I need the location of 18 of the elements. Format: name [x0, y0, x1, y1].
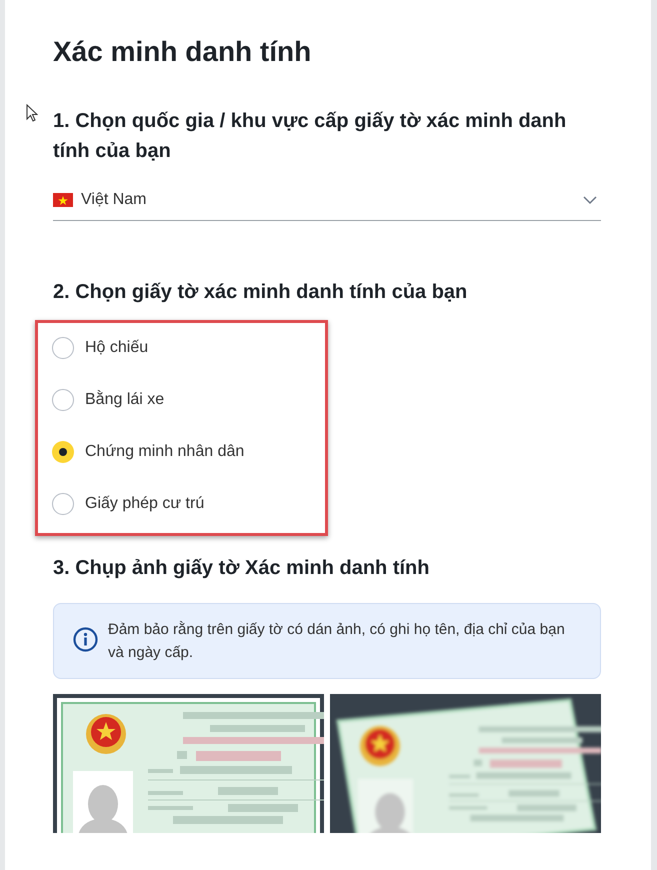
radio-option[interactable]: Giấy phép cư trú: [52, 493, 325, 515]
mouse-cursor-icon: [26, 104, 38, 122]
country-select[interactable]: Việt Nam: [53, 188, 601, 221]
radio-button[interactable]: [52, 337, 74, 359]
radio-option[interactable]: Hộ chiếu: [52, 337, 325, 359]
radio-button[interactable]: [52, 389, 74, 411]
radio-option[interactable]: Chứng minh nhân dân: [52, 441, 325, 463]
chevron-down-icon: [583, 196, 597, 204]
flag-icon: [53, 193, 73, 207]
page-title: Xác minh danh tính: [53, 35, 312, 69]
radio-button[interactable]: [52, 441, 74, 463]
radio-option[interactable]: Bằng lái xe: [52, 389, 325, 411]
section-heading: 3. Chụp ảnh giấy tờ Xác minh danh tính: [53, 556, 430, 581]
section-heading: 2. Chọn giấy tờ xác minh danh tính của bạn: [53, 280, 468, 305]
radio-button[interactable]: [52, 493, 74, 515]
info-text: Đảm bảo rằng trên giấy tờ có dán ảnh, có ghi họ tên, địa chỉ của bạn và ngày cấp.: [108, 620, 566, 663]
section-heading: 1. Chọn quốc gia / khu vực cấp giấy tờ xác minh danh tính của bạn: [53, 109, 568, 164]
info-icon: [73, 627, 98, 652]
